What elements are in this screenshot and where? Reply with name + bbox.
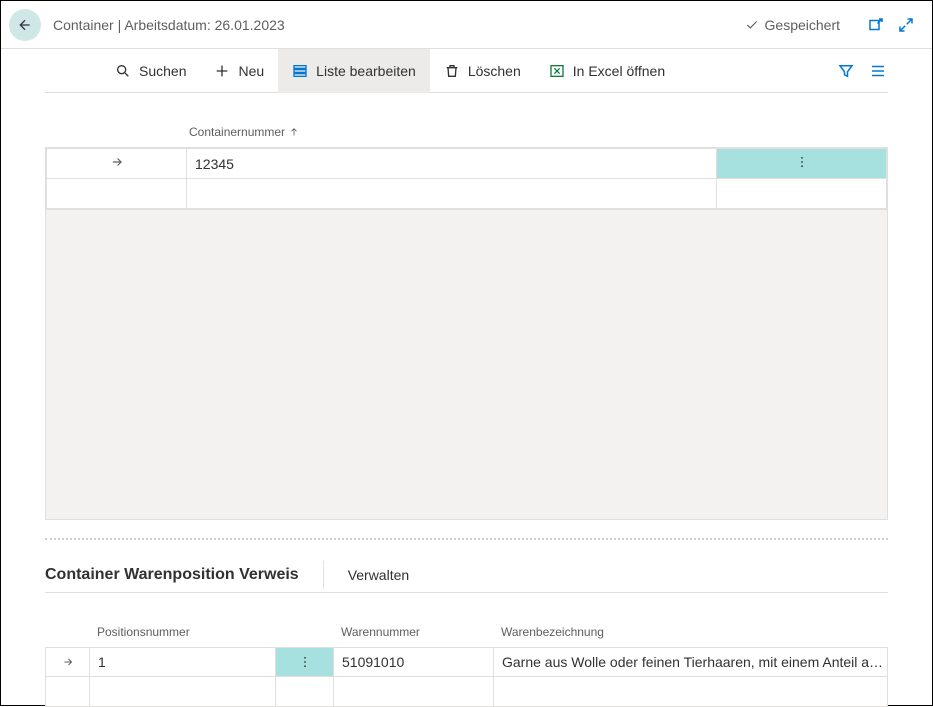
more-vertical-icon [795, 155, 809, 169]
excel-icon [549, 63, 565, 79]
filter-button[interactable] [836, 61, 856, 81]
saved-label: Gespeichert [765, 17, 840, 33]
edit-list-icon [292, 63, 308, 79]
container-number-header[interactable]: Containernummer [185, 117, 718, 147]
table-row[interactable]: 12345 [47, 149, 887, 179]
section-title: Container Warenposition Verweis [45, 558, 299, 592]
row-actions[interactable] [276, 648, 334, 676]
row-actions[interactable] [717, 149, 887, 179]
search-icon [115, 63, 131, 79]
pos-cell[interactable]: 1 [90, 648, 276, 676]
expand-button[interactable] [896, 15, 916, 35]
open-excel-label: In Excel öffnen [573, 63, 665, 79]
warennr-header[interactable]: Warennummer [333, 625, 493, 639]
expand-icon [897, 16, 915, 34]
edit-list-label: Liste bearbeiten [316, 63, 416, 79]
plus-icon [214, 63, 230, 79]
search-label: Suchen [139, 63, 186, 79]
search-button[interactable]: Suchen [101, 49, 200, 93]
edit-list-button[interactable]: Liste bearbeiten [278, 49, 430, 93]
table-row-empty[interactable] [45, 677, 888, 707]
warennr-cell[interactable]: 51091010 [334, 648, 494, 676]
pos-header[interactable]: Positionsnummer [89, 625, 275, 639]
more-vertical-icon [298, 655, 312, 669]
bezeichnung-cell[interactable]: Garne aus Wolle oder feinen Tierhaaren, … [494, 648, 887, 676]
arrow-right-icon [110, 155, 124, 169]
check-icon [745, 18, 759, 32]
arrow-left-icon [17, 17, 33, 33]
popout-icon [867, 16, 885, 34]
new-button[interactable]: Neu [200, 49, 278, 93]
saved-status: Gespeichert [745, 17, 840, 33]
row-selector[interactable] [46, 648, 90, 676]
popout-button[interactable] [866, 15, 886, 35]
manage-button[interactable]: Verwalten [348, 559, 409, 591]
container-number-cell[interactable]: 12345 [187, 149, 717, 179]
section-divider [45, 538, 888, 540]
sort-asc-icon [289, 127, 299, 137]
delete-button[interactable]: Löschen [430, 49, 535, 93]
arrow-right-icon [62, 656, 74, 668]
new-label: Neu [238, 63, 264, 79]
list-icon [869, 62, 887, 80]
trash-icon [444, 63, 460, 79]
open-excel-button[interactable]: In Excel öffnen [535, 49, 679, 93]
filter-icon [837, 62, 855, 80]
table-row[interactable]: 1 51091010 Garne aus Wolle oder feinen T… [45, 647, 888, 677]
table-empty-area [45, 210, 888, 520]
page-title: Container | Arbeitsdatum: 26.01.2023 [53, 17, 745, 33]
back-button[interactable] [9, 9, 41, 41]
table-row-empty[interactable] [47, 179, 887, 209]
list-view-button[interactable] [868, 61, 888, 81]
bezeichnung-header[interactable]: Warenbezeichnung [493, 625, 888, 639]
delete-label: Löschen [468, 63, 521, 79]
row-selector[interactable] [47, 149, 187, 179]
